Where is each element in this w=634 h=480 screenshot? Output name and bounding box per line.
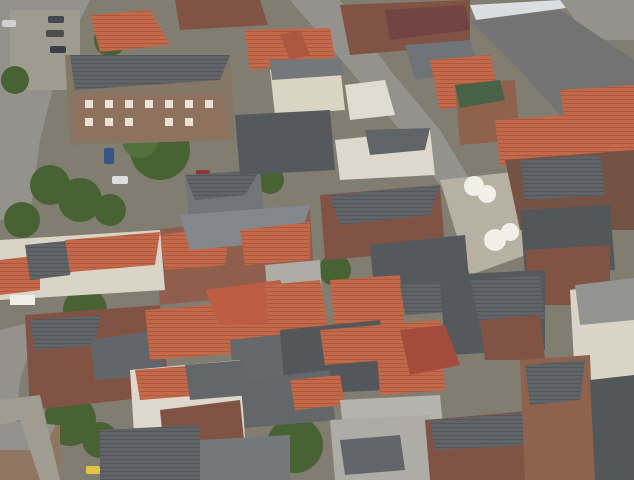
aerial-town-illustration	[0, 0, 634, 480]
haze-overlay	[0, 0, 634, 480]
aerial-photo	[0, 0, 634, 480]
